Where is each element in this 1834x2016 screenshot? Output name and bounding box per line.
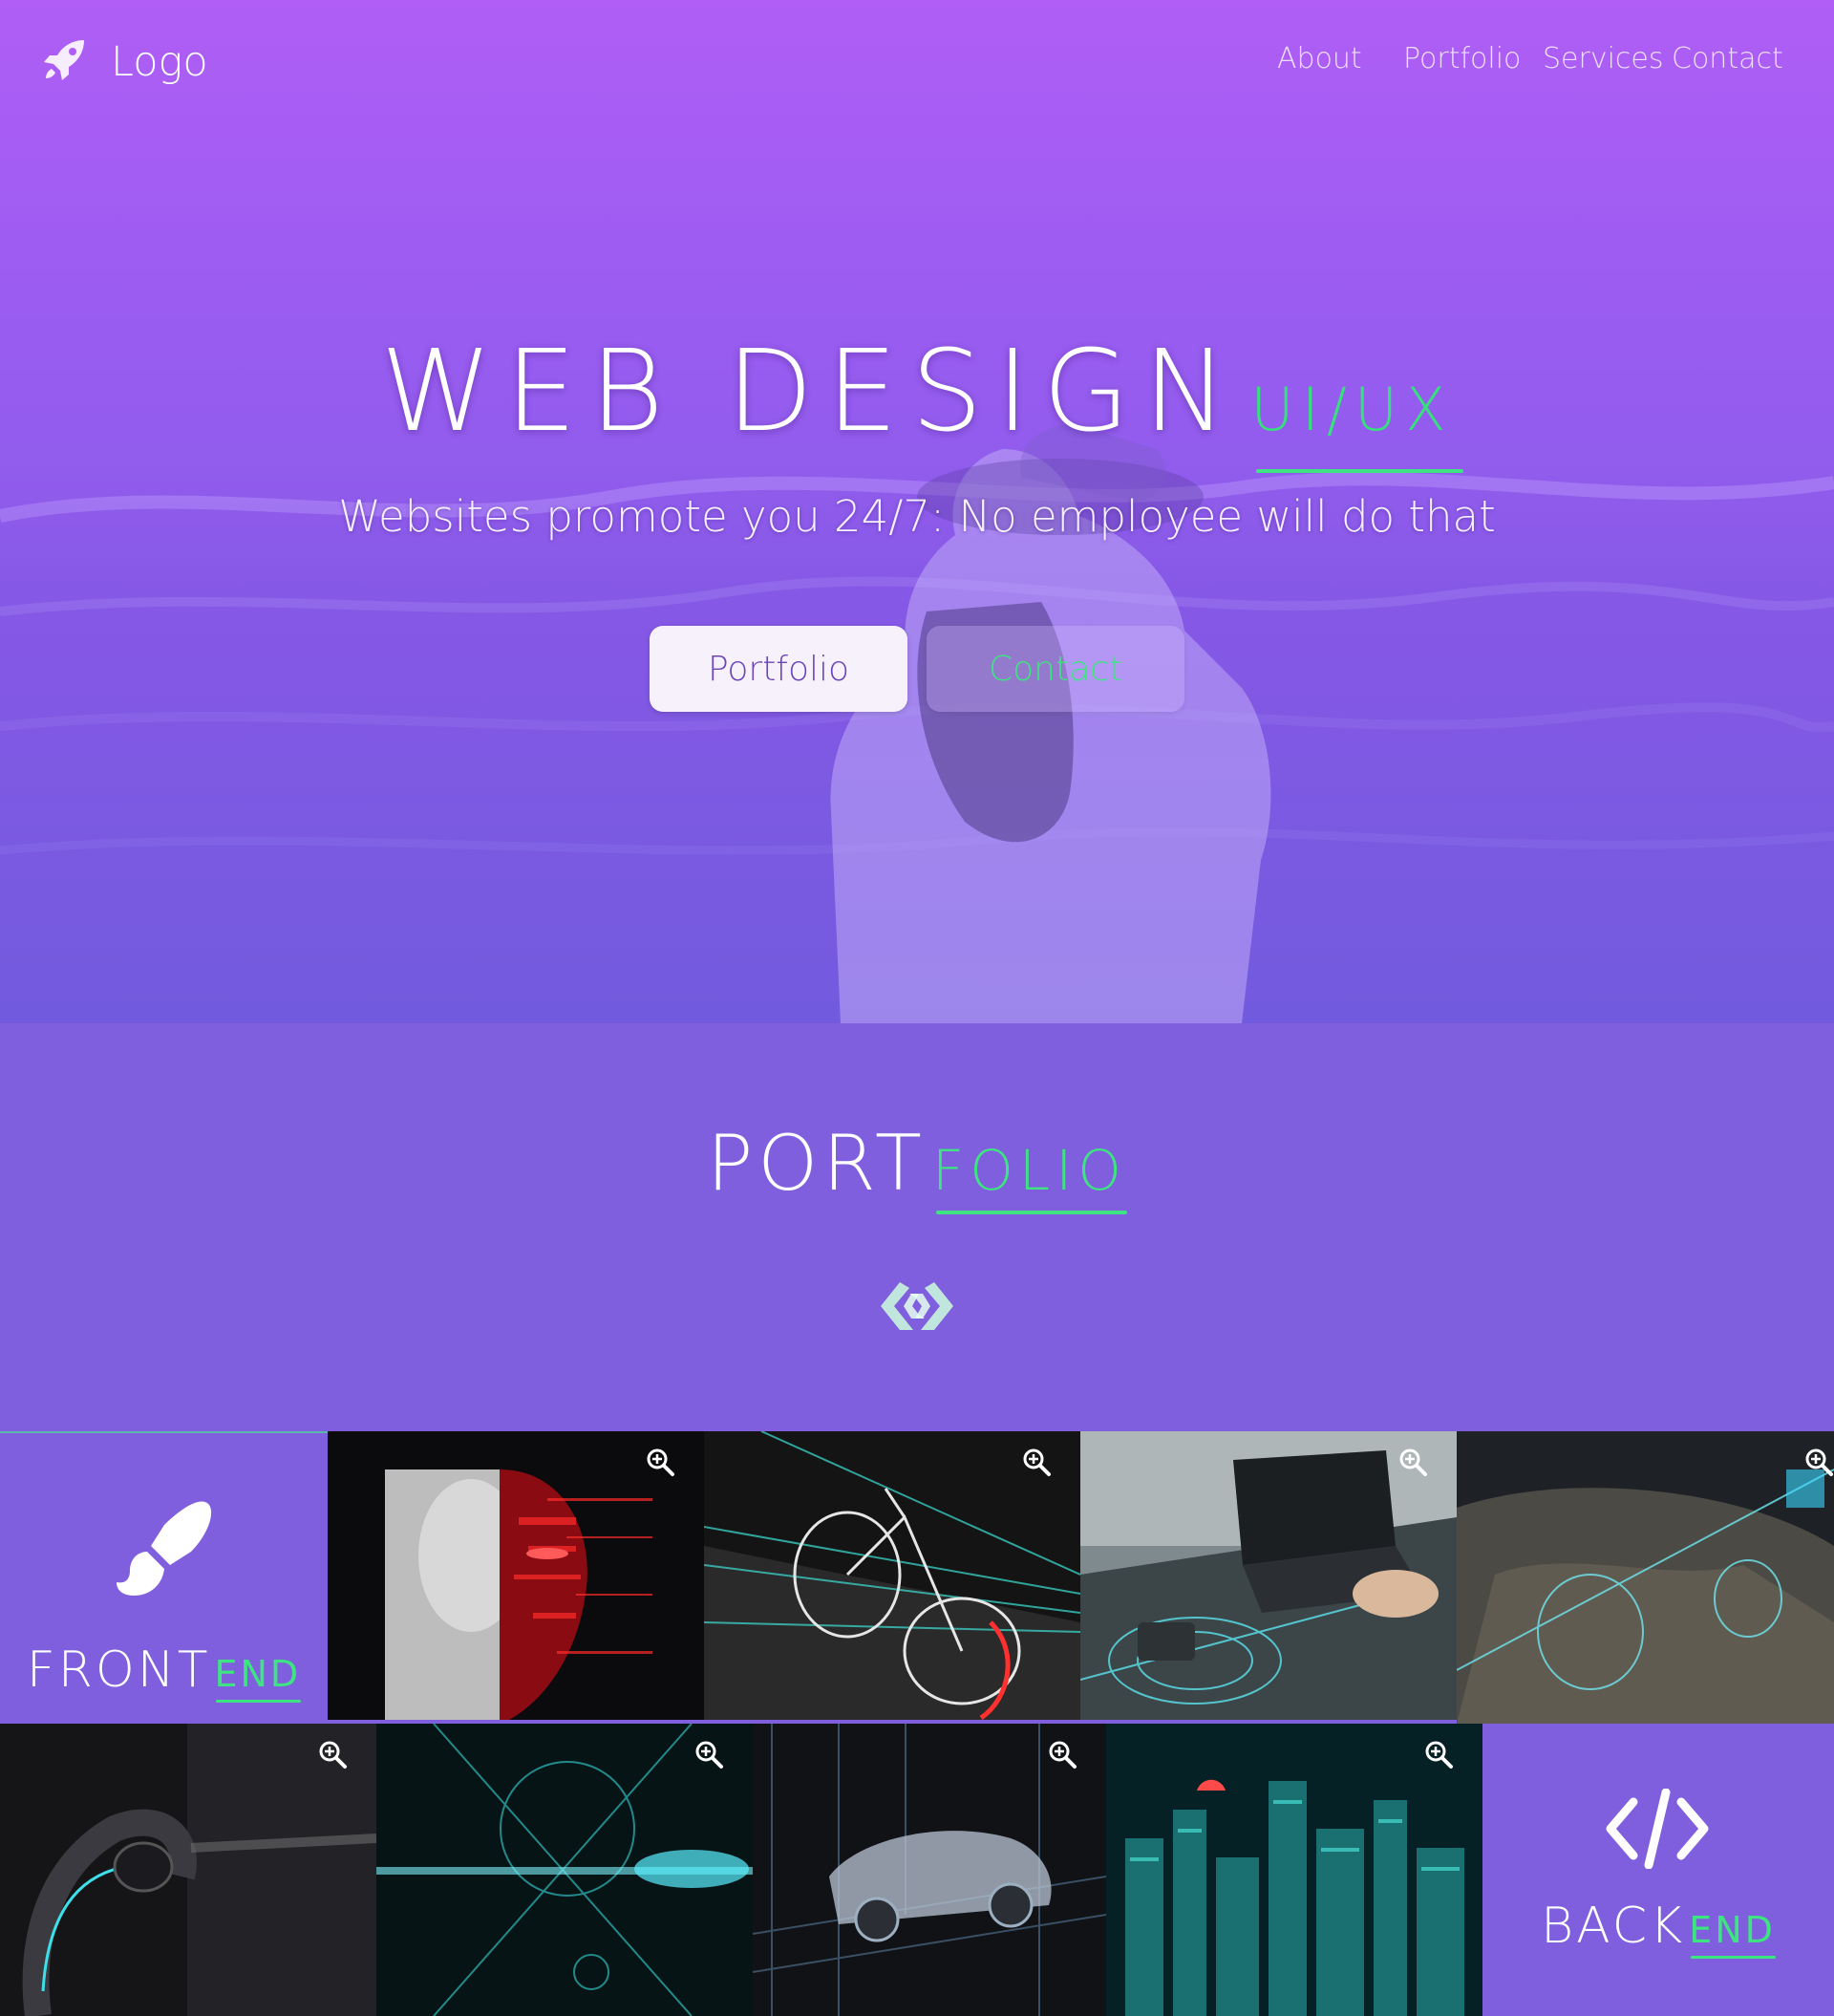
hero-title-accent-text: UI/UX bbox=[1250, 375, 1454, 444]
gallery-item-planet[interactable] bbox=[1457, 1431, 1834, 1724]
code-icon bbox=[1605, 1788, 1710, 1873]
gallery-item-bike[interactable] bbox=[704, 1431, 1080, 1720]
backend-label: BACK END bbox=[1482, 1898, 1834, 1959]
nav-services[interactable]: Services bbox=[1543, 42, 1664, 75]
zoom-in-icon[interactable] bbox=[317, 1739, 348, 1769]
planet-image bbox=[1457, 1431, 1834, 1724]
hero-title-main: WEB DESIGN bbox=[380, 325, 1242, 457]
gallery-item-car[interactable] bbox=[753, 1724, 1106, 2016]
portfolio-title-underline bbox=[935, 1211, 1127, 1214]
portfolio-title-main: PORT bbox=[707, 1119, 927, 1208]
zoom-in-icon[interactable] bbox=[1047, 1739, 1077, 1769]
frontend-label-main: FRONT bbox=[26, 1641, 211, 1699]
frontend-underline bbox=[216, 1700, 302, 1703]
frontend-label: FRONT END bbox=[0, 1641, 328, 1703]
hero-title: WEB DESIGN UI/UX bbox=[0, 325, 1834, 473]
gallery-item-face-scan[interactable] bbox=[328, 1431, 704, 1720]
portfolio-section: PORT FOLIO bbox=[0, 1023, 1834, 1431]
backend-label-accent-text: END bbox=[1689, 1909, 1776, 1951]
contact-button[interactable]: Contact bbox=[927, 626, 1184, 712]
frontend-label-accent-text: END bbox=[214, 1653, 302, 1695]
hero-title-underline bbox=[1256, 469, 1463, 473]
zoom-in-icon[interactable] bbox=[693, 1739, 724, 1769]
backend-underline bbox=[1691, 1956, 1776, 1959]
nav-contact[interactable]: Contact bbox=[1672, 42, 1783, 75]
hero-title-accent: UI/UX bbox=[1250, 375, 1463, 473]
gallery-item-steering[interactable] bbox=[0, 1724, 376, 2016]
nav-portfolio[interactable]: Portfolio bbox=[1403, 42, 1521, 75]
gallery-item-city[interactable] bbox=[1106, 1724, 1482, 2016]
zoom-in-icon[interactable] bbox=[1021, 1447, 1052, 1477]
frontend-category[interactable]: FRONT END bbox=[0, 1431, 328, 1720]
zoom-in-icon[interactable] bbox=[1397, 1447, 1428, 1477]
portfolio-title-accent: FOLIO bbox=[931, 1138, 1127, 1214]
frontend-label-accent: END bbox=[214, 1653, 302, 1703]
nav-about[interactable]: About bbox=[1277, 42, 1362, 75]
main-nav: About Portfolio Services Contact bbox=[0, 42, 1834, 84]
portfolio-title: PORT FOLIO bbox=[0, 1119, 1834, 1214]
zoom-in-icon[interactable] bbox=[1803, 1447, 1834, 1477]
linked-diamonds-icon bbox=[877, 1276, 957, 1340]
zoom-in-icon[interactable] bbox=[645, 1447, 675, 1477]
hero-section: Logo About Portfolio Services Contact WE… bbox=[0, 0, 1834, 1023]
backend-label-main: BACK bbox=[1541, 1898, 1686, 1955]
portfolio-button[interactable]: Portfolio bbox=[650, 626, 907, 712]
portfolio-title-accent-text: FOLIO bbox=[931, 1138, 1127, 1203]
backend-label-accent: END bbox=[1689, 1909, 1776, 1959]
gallery-item-hud[interactable] bbox=[376, 1724, 753, 2016]
gallery-item-laptop[interactable] bbox=[1080, 1431, 1457, 1720]
hero-tagline: Websites promote you 24/7: No employee w… bbox=[338, 491, 1496, 542]
backend-category[interactable]: BACK END bbox=[1482, 1727, 1834, 2016]
zoom-in-icon[interactable] bbox=[1423, 1739, 1454, 1769]
paintbrush-icon bbox=[113, 1496, 218, 1605]
